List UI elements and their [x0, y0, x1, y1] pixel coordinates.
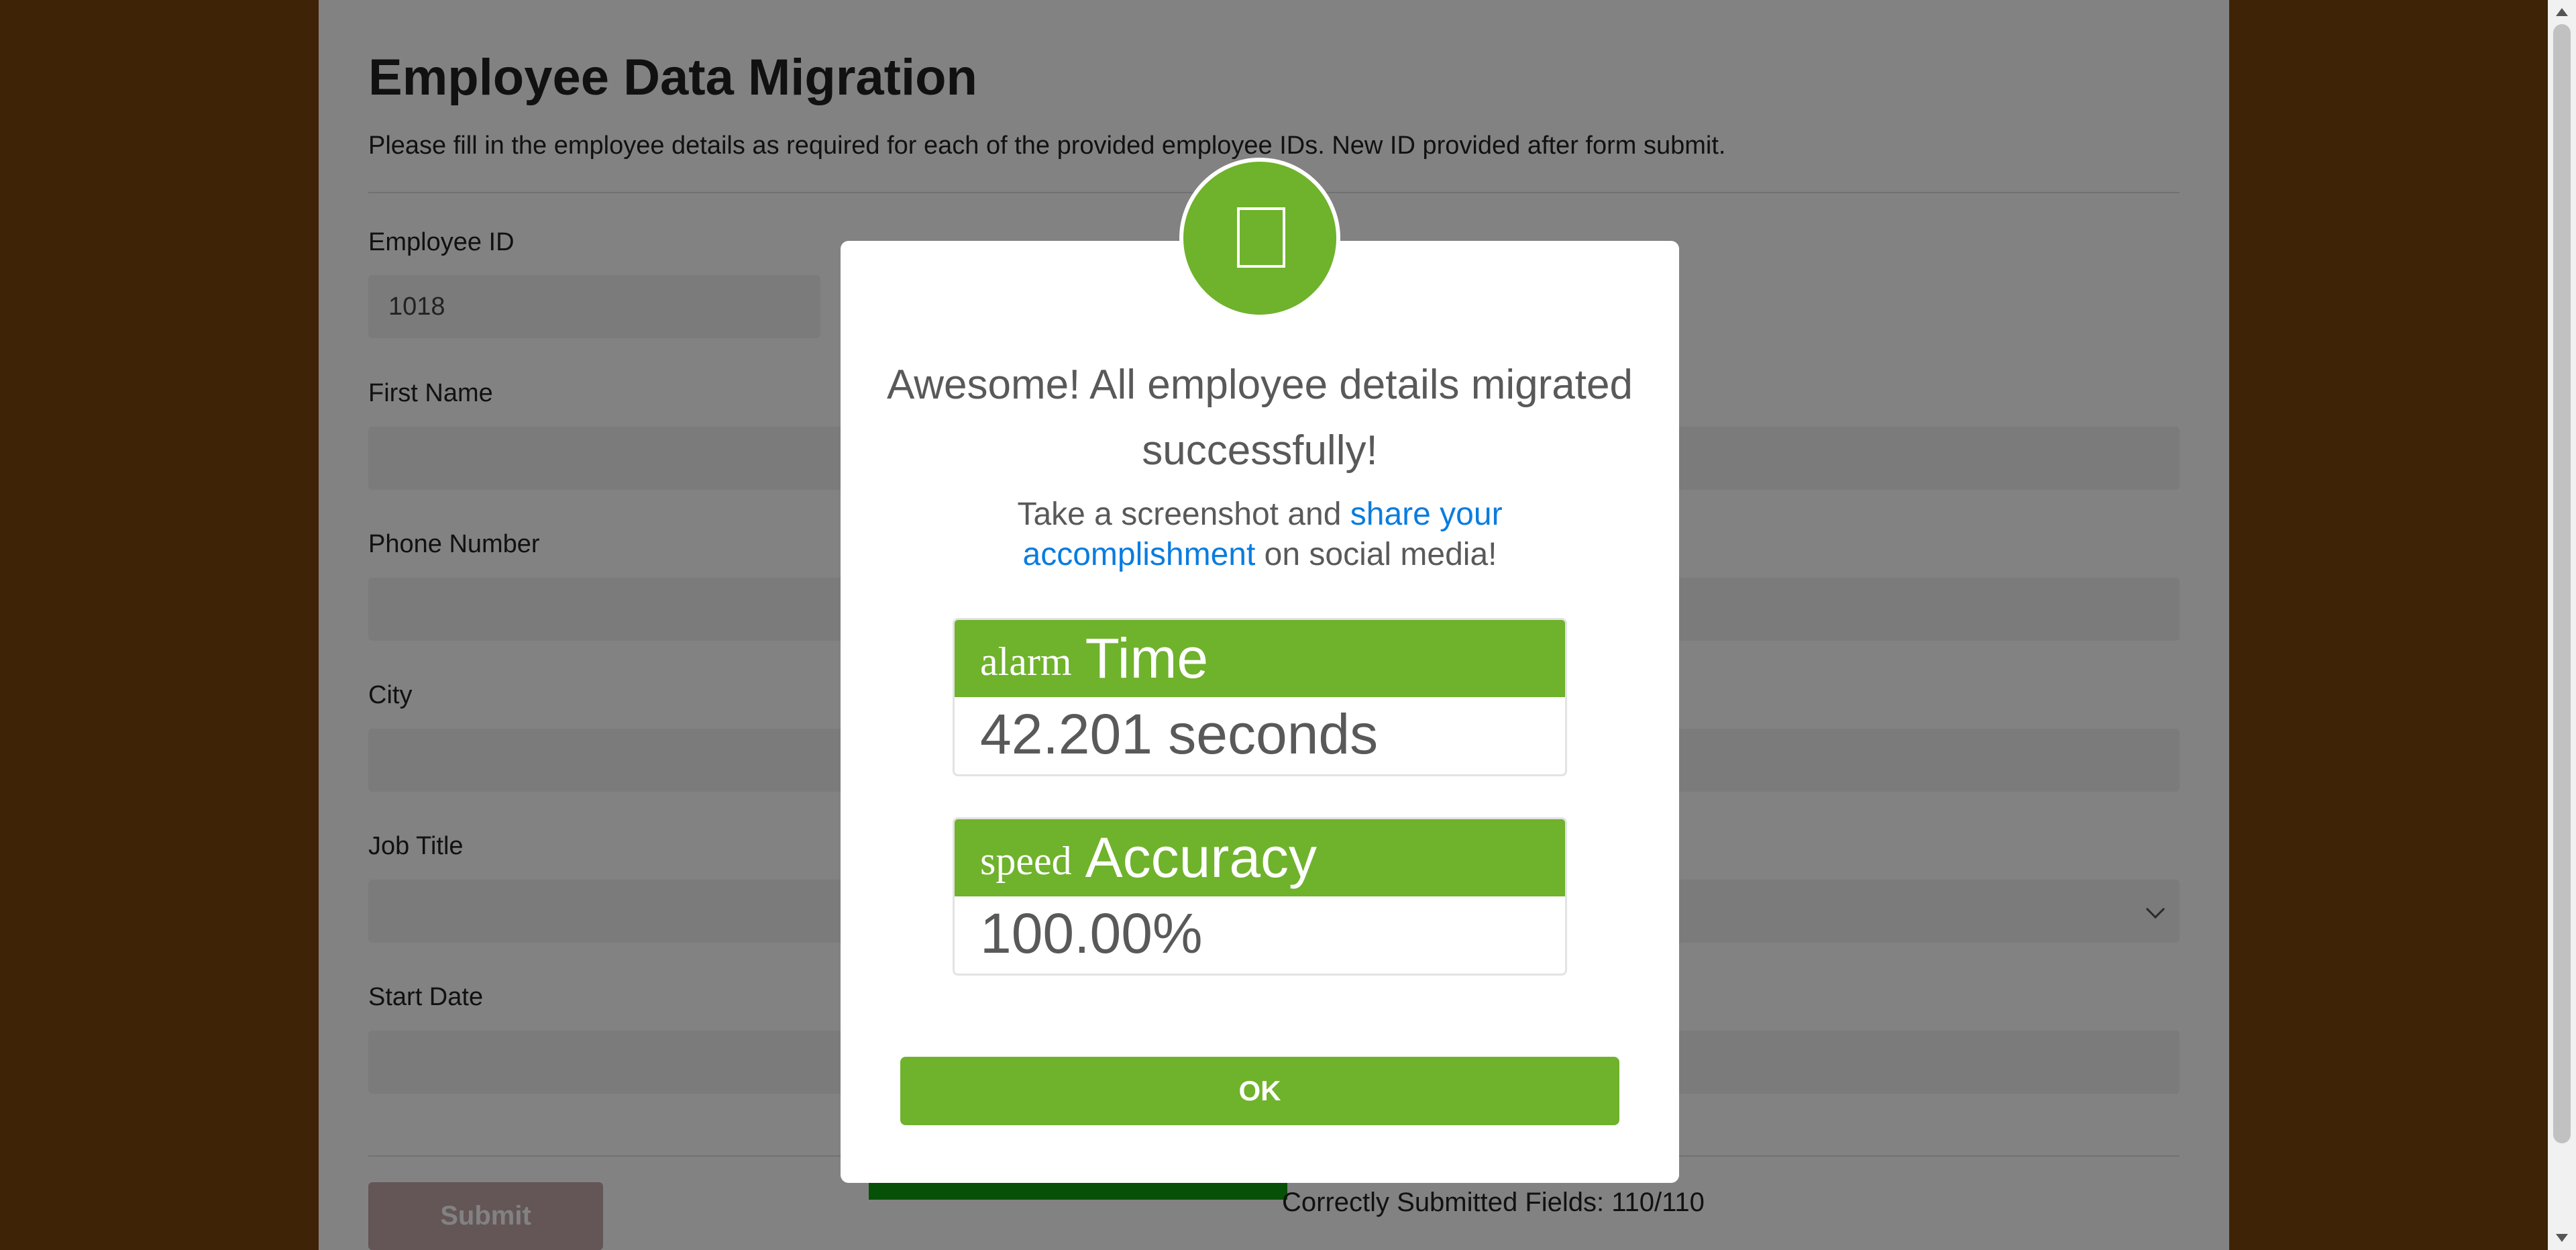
success-modal: Awesome! All employee details migrated s… — [841, 158, 1679, 1183]
time-stat-title: Time — [1085, 627, 1209, 690]
share-prefix: Take a screenshot and — [1017, 497, 1350, 532]
scroll-thumb[interactable] — [2553, 24, 2571, 1143]
share-suffix: on social media! — [1255, 537, 1497, 572]
scroll-up-icon[interactable] — [2556, 8, 2568, 16]
success-icon — [1179, 158, 1340, 319]
accuracy-stat-header: speed Accuracy — [955, 819, 1565, 896]
modal-heading: Awesome! All employee details migrated s… — [887, 362, 1633, 474]
accuracy-stat-title: Accuracy — [1085, 826, 1318, 889]
alarm-icon: alarm — [980, 639, 1072, 684]
share-message: Take a screenshot and share your accompl… — [975, 494, 1545, 575]
page-scrollbar[interactable] — [2548, 0, 2576, 1250]
accuracy-stat-value: 100.00% — [980, 902, 1203, 965]
time-stat-header: alarm Time — [955, 620, 1565, 697]
ok-button[interactable]: OK — [900, 1057, 1619, 1125]
accuracy-stat-card: speed Accuracy 100.00% — [953, 817, 1567, 976]
scroll-down-icon[interactable] — [2556, 1234, 2568, 1242]
time-stat-value: 42.201 seconds — [980, 702, 1379, 766]
success-glyph-icon — [1237, 207, 1285, 268]
speed-icon: speed — [980, 839, 1072, 883]
time-stat-card: alarm Time 42.201 seconds — [953, 618, 1567, 776]
